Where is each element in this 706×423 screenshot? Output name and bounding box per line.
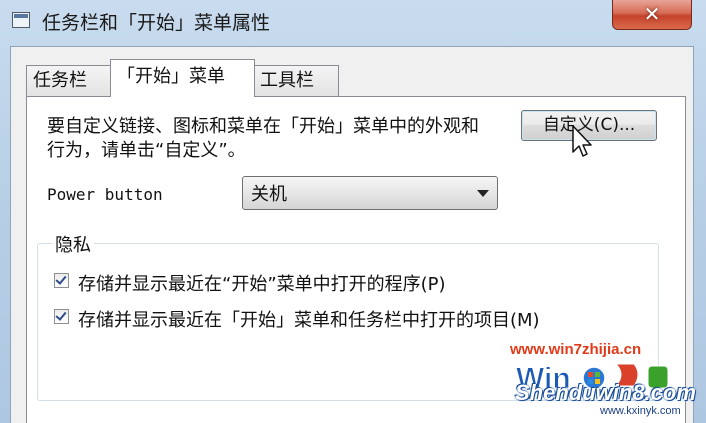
window-title: 任务栏和「开始」菜单属性 bbox=[42, 12, 271, 34]
title-bar[interactable]: 任务栏和「开始」菜单属性 ✕ bbox=[0, 0, 706, 44]
properties-window: 任务栏和「开始」菜单属性 ✕ 任务栏 「开始」菜单 工具栏 要自定义链接、图标和… bbox=[0, 0, 706, 423]
customize-description: 要自定义链接、图标和菜单在「开始」菜单中的外观和行为，请单击“自定义”。 bbox=[47, 116, 479, 161]
power-button-value: 关机 bbox=[251, 184, 287, 205]
tab-taskbar[interactable]: 任务栏 bbox=[26, 65, 112, 96]
tab-start-menu[interactable]: 「开始」菜单 bbox=[110, 59, 255, 97]
store-recent-items-checkbox[interactable] bbox=[54, 309, 69, 324]
watermark-brand: Shenduwin8.com bbox=[515, 380, 696, 405]
store-recent-programs-label[interactable]: 存储并显示最近在“开始”菜单中打开的程序(P) bbox=[78, 270, 446, 296]
power-button-dropdown[interactable]: 关机 bbox=[242, 176, 498, 210]
chevron-down-icon bbox=[477, 190, 489, 197]
power-button-label: Power button bbox=[47, 185, 163, 204]
watermark-site: www.kxinyk.com bbox=[600, 405, 681, 417]
close-button[interactable]: ✕ bbox=[612, 0, 692, 30]
store-recent-programs-checkbox[interactable] bbox=[54, 273, 69, 288]
tab-toolbars[interactable]: 工具栏 bbox=[253, 65, 339, 96]
privacy-legend: 隐私 bbox=[52, 231, 94, 257]
watermark-url: www.win7zhijia.cn bbox=[510, 341, 642, 358]
mouse-pointer-icon bbox=[572, 125, 592, 157]
close-icon: ✕ bbox=[643, 2, 661, 26]
window-icon bbox=[12, 12, 30, 28]
store-recent-items-label[interactable]: 存储并显示最近在「开始」菜单和任务栏中打开的项目(M) bbox=[78, 306, 540, 332]
